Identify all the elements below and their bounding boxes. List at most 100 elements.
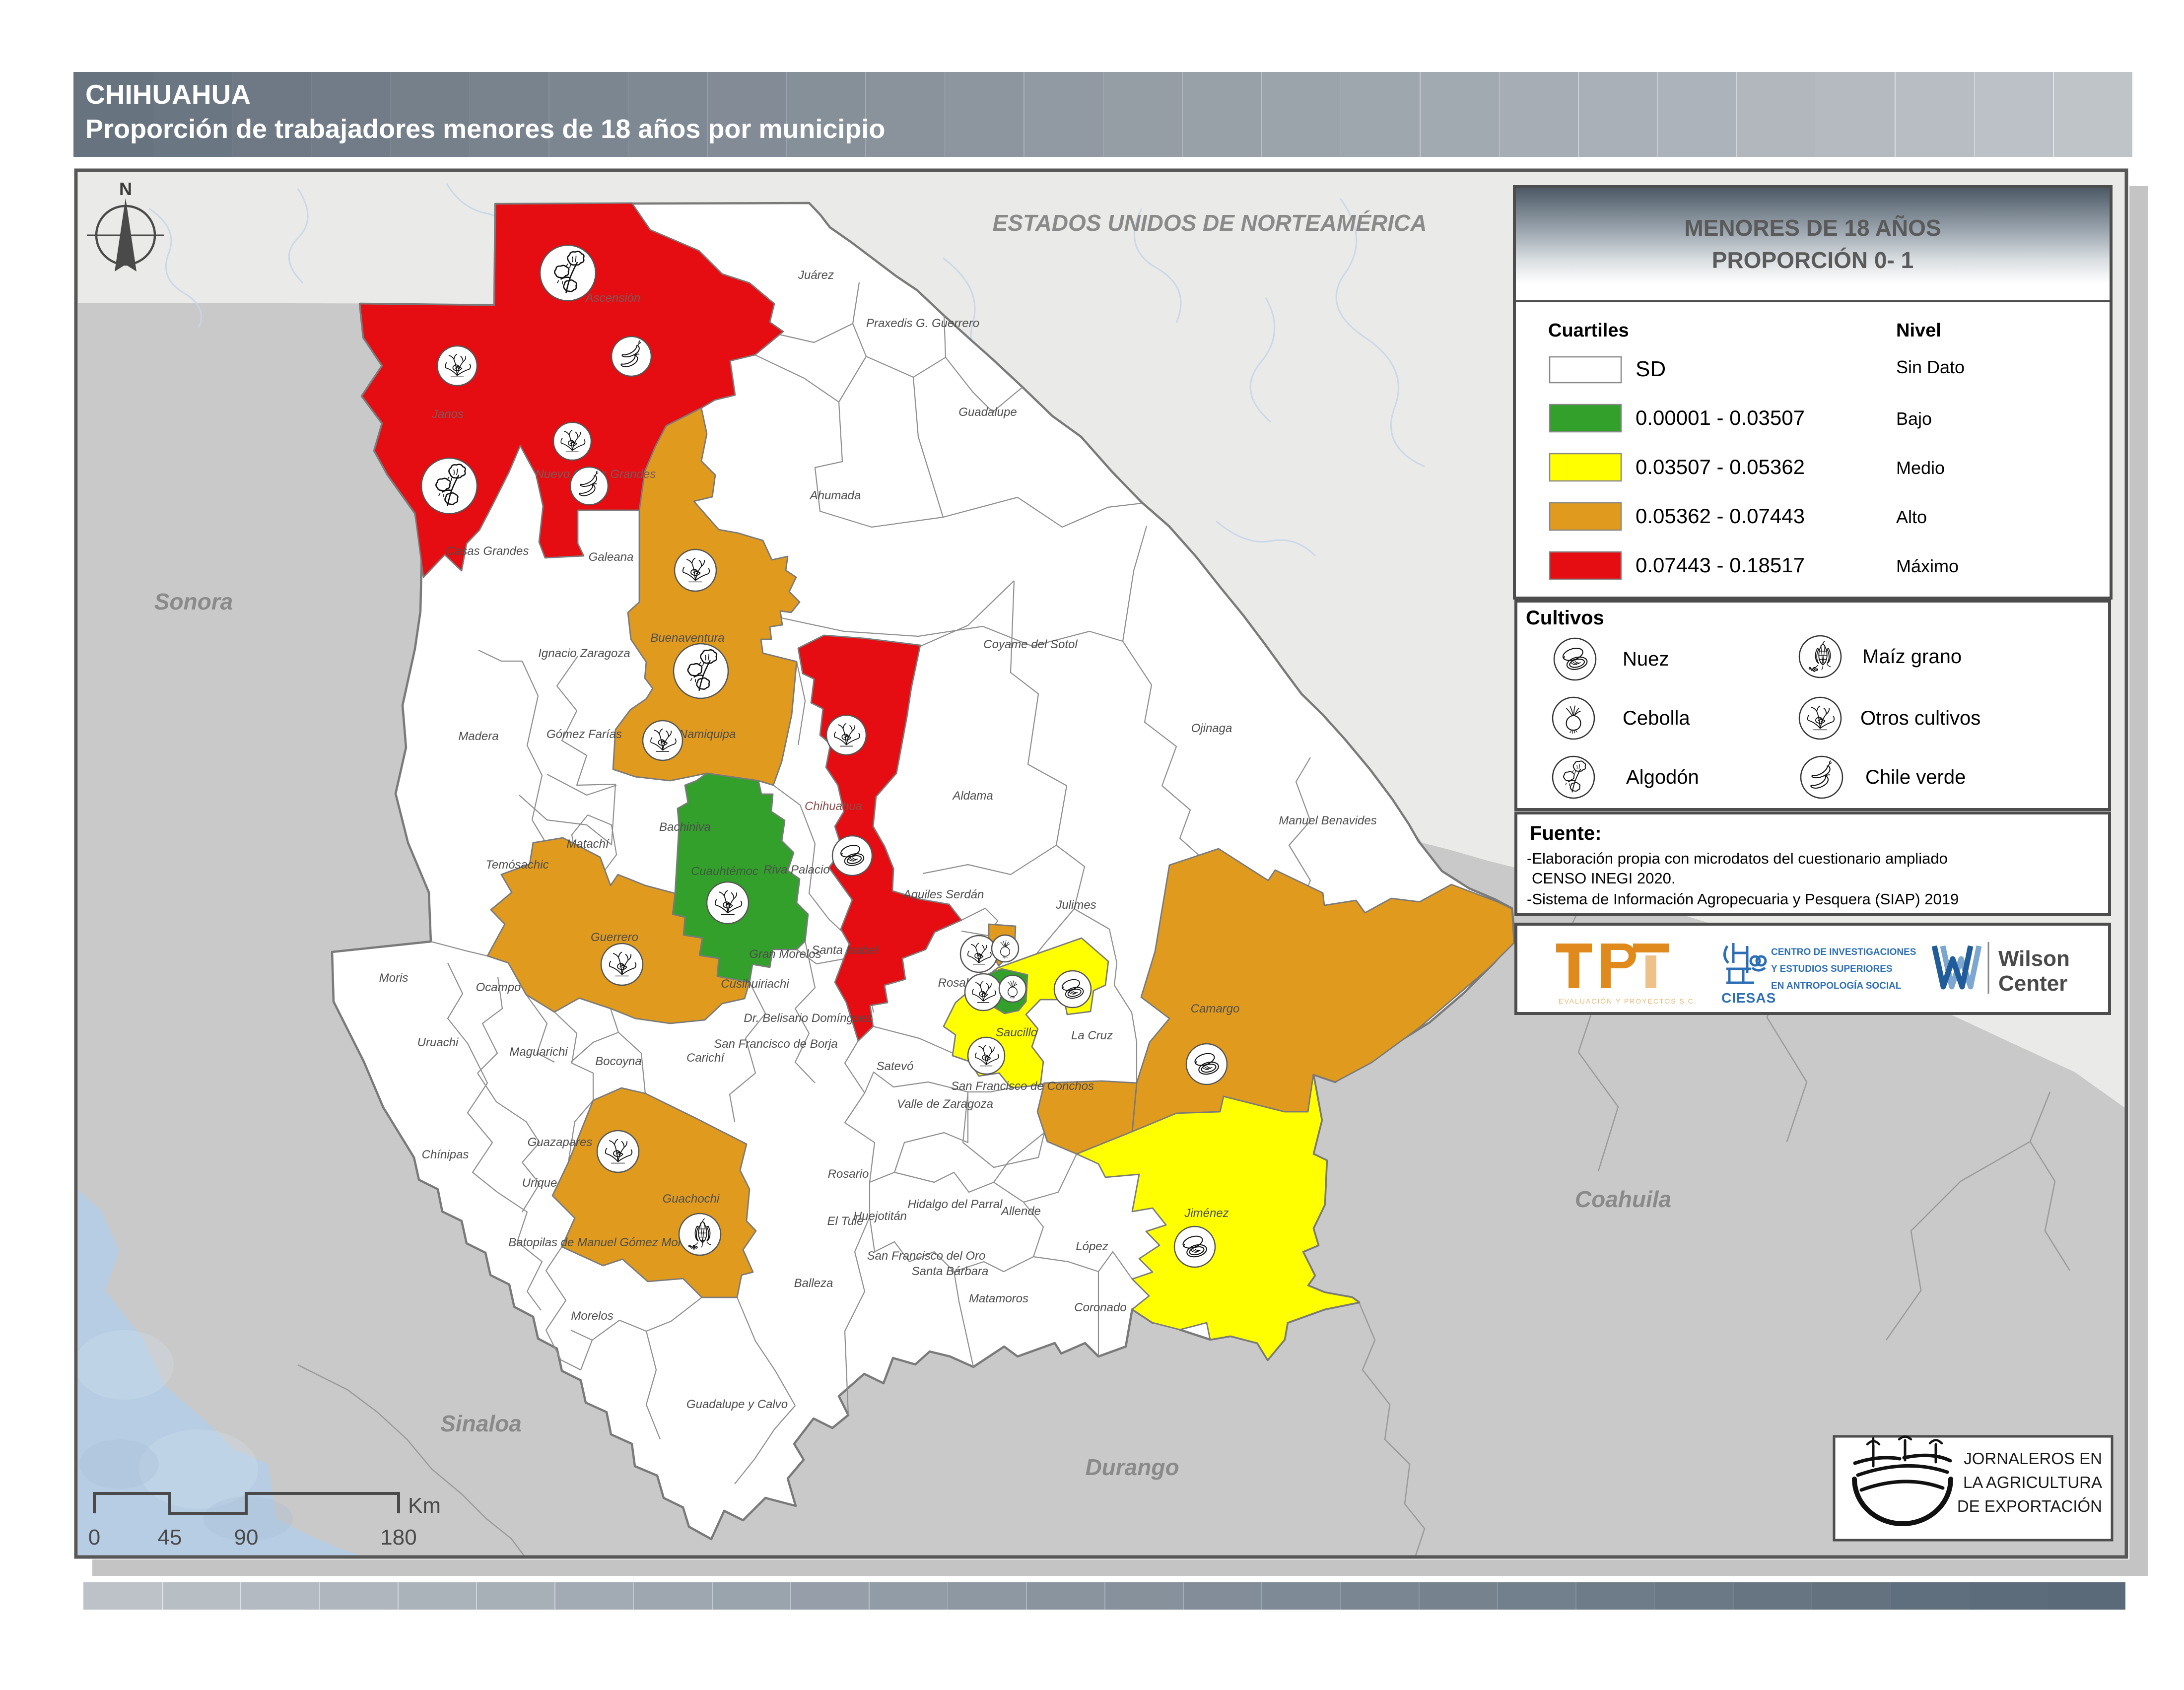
svg-text:Y ESTUDIOS SUPERIORES: Y ESTUDIOS SUPERIORES <box>1771 964 1893 974</box>
svg-text:Sinaloa: Sinaloa <box>440 1411 522 1436</box>
svg-text:Casas Grandes: Casas Grandes <box>446 544 529 558</box>
svg-text:Julimes: Julimes <box>1055 898 1096 912</box>
svg-text:Fuente:: Fuente: <box>1530 822 1601 844</box>
svg-text:LA AGRICULTURA: LA AGRICULTURA <box>1963 1473 2102 1491</box>
svg-text:Morelos: Morelos <box>571 1309 613 1323</box>
svg-text:Ocampo: Ocampo <box>476 981 521 994</box>
svg-text:Urique: Urique <box>522 1176 557 1190</box>
svg-text:Matamoros: Matamoros <box>969 1292 1028 1305</box>
svg-text:90: 90 <box>234 1525 259 1550</box>
svg-text:SD: SD <box>1636 357 1666 381</box>
svg-text:Cuartiles: Cuartiles <box>1548 320 1629 341</box>
svg-text:Bachiniva: Bachiniva <box>659 820 711 834</box>
svg-text:0.00001 - 0.03507: 0.00001 - 0.03507 <box>1636 406 1805 429</box>
svg-text:Algodón: Algodón <box>1626 766 1699 788</box>
svg-text:Moris: Moris <box>379 971 409 985</box>
svg-text:45: 45 <box>158 1525 182 1550</box>
svg-text:Wilson: Wilson <box>1998 946 2070 971</box>
svg-text:MENORES DE 18 AÑOS: MENORES DE 18 AÑOS <box>1684 215 1941 241</box>
svg-text:CENTRO DE INVESTIGACIONES: CENTRO DE INVESTIGACIONES <box>1771 947 1916 957</box>
svg-text:ESTADOS UNIDOS DE NORTEAMÉRICA: ESTADOS UNIDOS DE NORTEAMÉRICA <box>993 210 1427 236</box>
svg-text:Allende: Allende <box>1000 1205 1041 1218</box>
svg-text:Sonora: Sonora <box>154 589 233 614</box>
svg-text:Ojinaga: Ojinaga <box>1191 722 1232 735</box>
svg-text:DE EXPORTACIÓN: DE EXPORTACIÓN <box>1957 1497 2102 1515</box>
svg-text:Center: Center <box>1998 971 2067 996</box>
svg-text:Aldama: Aldama <box>952 789 993 803</box>
svg-text:Uruachi: Uruachi <box>417 1036 459 1049</box>
svg-text:Saucillo: Saucillo <box>996 1026 1037 1039</box>
svg-text:San Francisco del Oro: San Francisco del Oro <box>867 1249 986 1263</box>
svg-text:N: N <box>119 179 132 199</box>
svg-text:Proporción de trabajadores men: Proporción de trabajadores menores de 18… <box>85 114 885 144</box>
svg-text:Gran Morelos: Gran Morelos <box>749 947 821 961</box>
svg-text:JORNALEROS EN: JORNALEROS EN <box>1964 1449 2102 1468</box>
svg-text:San Francisco de Borja: San Francisco de Borja <box>714 1037 837 1051</box>
svg-text:Coahuila: Coahuila <box>1575 1186 1671 1212</box>
svg-text:CENSO INEGI 2020.: CENSO INEGI 2020. <box>1532 870 1675 887</box>
svg-text:Jiménez: Jiménez <box>1184 1207 1228 1220</box>
svg-text:PROPORCIÓN 0- 1: PROPORCIÓN 0- 1 <box>1712 247 1913 273</box>
svg-text:López: López <box>1076 1240 1108 1253</box>
svg-text:Praxedis G. Guerrero: Praxedis G. Guerrero <box>866 317 979 330</box>
svg-text:Balleza: Balleza <box>794 1277 833 1290</box>
svg-text:Guadalupe y Calvo: Guadalupe y Calvo <box>686 1398 788 1411</box>
svg-text:Guadalupe: Guadalupe <box>958 406 1017 419</box>
svg-text:Bajo: Bajo <box>1896 408 1932 429</box>
svg-text:Ignacio Zaragoza: Ignacio Zaragoza <box>538 647 630 660</box>
svg-text:Bocoyna: Bocoyna <box>595 1055 641 1068</box>
svg-text:Medio: Medio <box>1896 458 1945 478</box>
svg-text:El Tule: El Tule <box>827 1215 864 1228</box>
svg-text:Valle de Zaragoza: Valle de Zaragoza <box>897 1097 993 1111</box>
svg-text:0: 0 <box>88 1525 100 1550</box>
svg-text:San Francisco de Conchos: San Francisco de Conchos <box>951 1080 1094 1093</box>
svg-text:Madera: Madera <box>458 730 498 743</box>
svg-text:Camargo: Camargo <box>1191 1002 1240 1015</box>
svg-text:Riva Palacio: Riva Palacio <box>763 863 829 877</box>
svg-text:Cultivos: Cultivos <box>1526 607 1604 629</box>
svg-text:Temósachic: Temósachic <box>485 858 548 872</box>
svg-text:Guerrero: Guerrero <box>591 931 638 944</box>
svg-text:Km: Km <box>408 1493 441 1518</box>
svg-text:Matachí: Matachí <box>566 837 610 851</box>
svg-text:Aquiles Serdán: Aquiles Serdán <box>902 888 984 901</box>
svg-text:Durango: Durango <box>1085 1454 1179 1480</box>
svg-text:Guachochi: Guachochi <box>663 1192 720 1206</box>
svg-text:Santa Isabel: Santa Isabel <box>812 944 878 957</box>
svg-text:Máximo: Máximo <box>1896 556 1959 576</box>
svg-text:CIESAS: CIESAS <box>1721 990 1776 1006</box>
svg-text:Buenaventura: Buenaventura <box>650 631 724 645</box>
svg-text:Janos: Janos <box>431 407 464 421</box>
svg-text:0.07443 - 0.18517: 0.07443 - 0.18517 <box>1636 553 1805 577</box>
svg-text:Galeana: Galeana <box>589 550 634 564</box>
svg-text:Gómez Farías: Gómez Farías <box>546 728 622 741</box>
svg-text:Satevó: Satevó <box>877 1060 914 1073</box>
svg-text:Nivel: Nivel <box>1896 320 1941 341</box>
svg-text:Carichí: Carichí <box>686 1051 725 1065</box>
svg-text:-Elaboración propia con microd: -Elaboración propia con microdatos del c… <box>1527 850 1948 867</box>
svg-text:Otros cultivos: Otros cultivos <box>1860 707 1980 729</box>
svg-text:-Sistema de Información Agrope: -Sistema de Información Agropecuaria y P… <box>1527 890 1959 908</box>
svg-text:Cuauhtémoc: Cuauhtémoc <box>691 865 758 878</box>
svg-text:Hidalgo del Parral: Hidalgo del Parral <box>908 1198 1003 1211</box>
svg-text:Manuel Benavides: Manuel Benavides <box>1279 814 1376 827</box>
svg-text:Namiquipa: Namiquipa <box>679 728 736 741</box>
svg-text:Coyame del Sotol: Coyame del Sotol <box>983 638 1078 651</box>
svg-text:180: 180 <box>380 1525 416 1550</box>
svg-text:Chihuahua: Chihuahua <box>805 800 862 813</box>
svg-text:Chínipas: Chínipas <box>422 1148 469 1161</box>
svg-text:0.03507 - 0.05362: 0.03507 - 0.05362 <box>1636 455 1805 478</box>
svg-text:Sin Dato: Sin Dato <box>1896 357 1965 377</box>
svg-text:La Cruz: La Cruz <box>1071 1029 1113 1042</box>
svg-text:Juárez: Juárez <box>798 269 834 282</box>
svg-text:Guazapares: Guazapares <box>528 1136 593 1149</box>
svg-text:Batopilas de Manuel Gómez Morí: Batopilas de Manuel Gómez Morín <box>508 1236 692 1249</box>
svg-text:Santa Bárbara: Santa Bárbara <box>912 1265 989 1278</box>
svg-text:Ascensión: Ascensión <box>585 291 641 305</box>
svg-text:Maíz grano: Maíz grano <box>1862 646 1962 668</box>
svg-text:0.05362 - 0.07443: 0.05362 - 0.07443 <box>1636 504 1805 528</box>
svg-text:Nuez: Nuez <box>1623 648 1669 670</box>
svg-text:Dr. Belisario Domínguez: Dr. Belisario Domínguez <box>744 1012 872 1025</box>
svg-text:Cebolla: Cebolla <box>1623 707 1690 729</box>
svg-text:Rosario: Rosario <box>828 1167 869 1181</box>
